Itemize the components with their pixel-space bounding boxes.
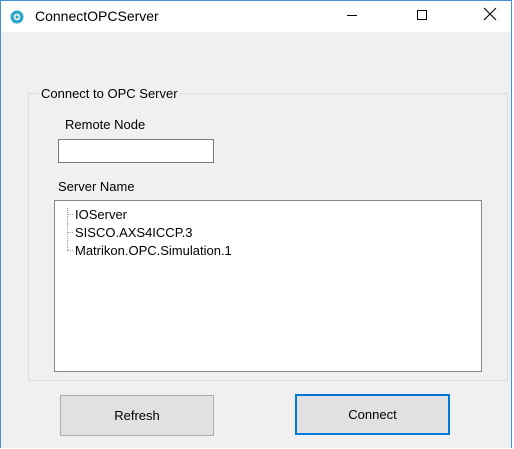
title-bar[interactable]: ConnectOPCServer	[1, 1, 511, 32]
tree-connector	[61, 205, 73, 223]
connect-opc-server-window: ConnectOPCServer Connect to OPC Server R…	[0, 0, 512, 448]
connect-button[interactable]: Connect	[295, 394, 450, 435]
minimize-icon	[346, 8, 358, 26]
tree-item-label: SISCO.AXS4ICCP.3	[75, 224, 193, 240]
tree-item-matrikon[interactable]: Matrikon.OPC.Simulation.1	[61, 241, 232, 259]
maximize-icon	[416, 8, 428, 26]
minimize-button[interactable]	[329, 1, 375, 32]
tree-connector	[61, 241, 73, 259]
remote-node-input[interactable]	[58, 139, 214, 163]
close-icon	[483, 7, 497, 26]
tree-item-label: IOServer	[75, 206, 128, 222]
tree-connector	[61, 223, 73, 241]
opc-app-icon	[10, 10, 24, 24]
refresh-button[interactable]: Refresh	[60, 395, 214, 436]
tree-item-label: Matrikon.OPC.Simulation.1	[75, 242, 232, 258]
tree-item-sisco[interactable]: SISCO.AXS4ICCP.3	[61, 223, 193, 241]
remote-node-label: Remote Node	[65, 117, 146, 132]
groupbox-legend: Connect to OPC Server	[39, 86, 180, 101]
maximize-button[interactable]	[399, 1, 445, 32]
window-title: ConnectOPCServer	[35, 8, 159, 24]
tree-item-ioserver[interactable]: IOServer	[61, 205, 127, 223]
server-name-label: Server Name	[58, 179, 135, 194]
server-tree[interactable]: IOServer SISCO.AXS4ICCP.3 Matrikon.OPC.S…	[54, 200, 482, 372]
close-button[interactable]	[467, 1, 513, 32]
